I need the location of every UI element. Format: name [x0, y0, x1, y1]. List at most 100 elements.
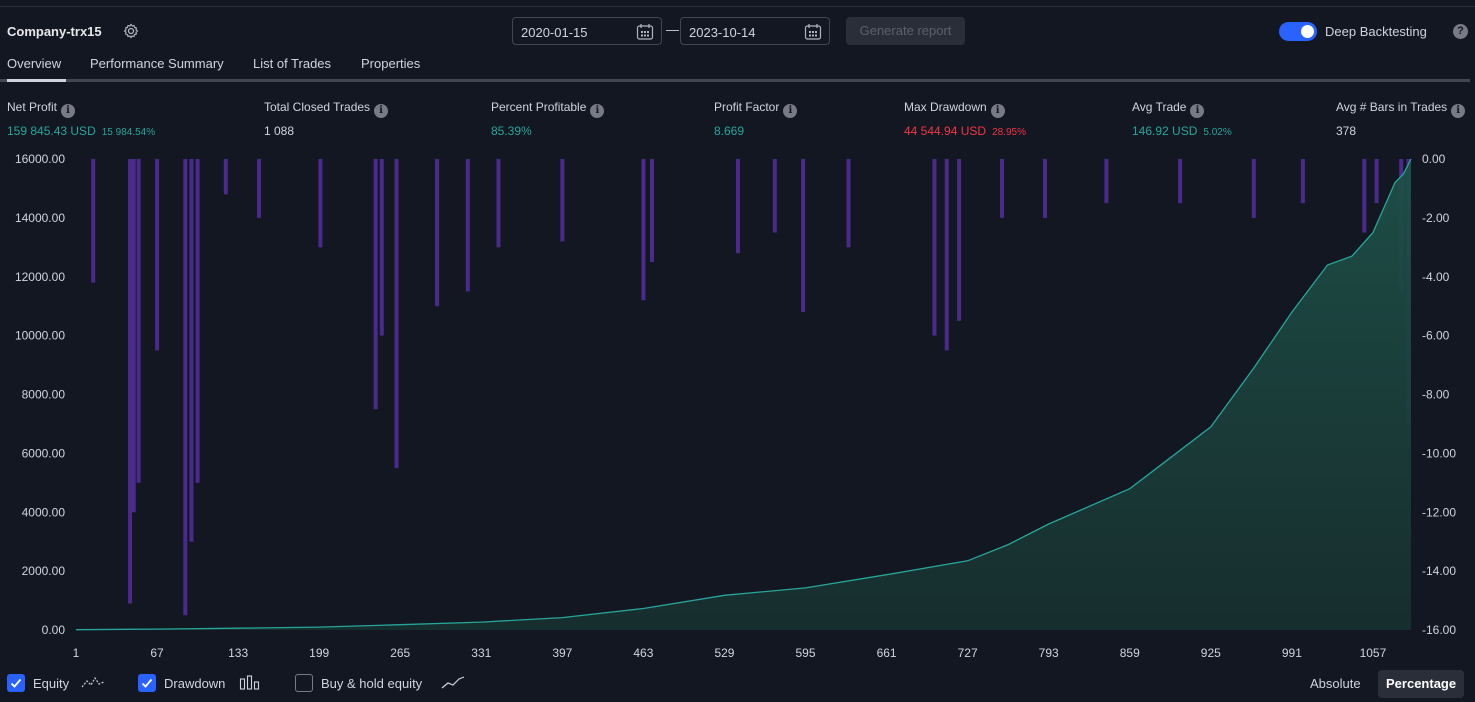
metric-value: 378 — [1336, 124, 1357, 138]
metric-subvalue: 15 984.54% — [101, 127, 156, 138]
date-from-input[interactable]: 2020-01-15 — [512, 17, 662, 45]
drawdown-bar — [496, 159, 501, 248]
drawdown-bar — [1043, 159, 1048, 218]
drawdown-bar — [256, 159, 261, 218]
drawdown-legend-label: Drawdown — [164, 676, 226, 691]
report-header: Company-trx15 2020-01-15 — 2023-10-14 Ge… — [0, 14, 1475, 48]
tab-underline-track — [0, 79, 1470, 82]
drawdown-bar — [183, 159, 188, 616]
left-axis-tick-label: 2000.00 — [22, 564, 66, 578]
x-axis-tick-label: 397 — [552, 646, 572, 660]
metric-net-profit: Net Profit i 159 845.43 USD 15 984.54% — [7, 100, 155, 138]
x-axis-tick-label: 793 — [1039, 646, 1059, 660]
metric-percent-profitable: Percent Profitable i 85.39% — [491, 100, 605, 138]
tab-list-of-trades[interactable]: List of Trades — [253, 56, 331, 71]
drawdown-bar — [735, 159, 740, 254]
x-axis-tick-label: 67 — [150, 646, 164, 660]
chart-legend: Equity Drawdown Buy & hold equity Absolu… — [0, 670, 1475, 698]
absolute-mode-button[interactable]: Absolute — [1302, 670, 1369, 698]
tab-performance-summary[interactable]: Performance Summary — [90, 56, 224, 71]
help-icon[interactable]: ? — [1453, 24, 1468, 39]
metric-value: 1 088 — [264, 124, 295, 138]
drawdown-bar — [772, 159, 777, 233]
drawdown-bar — [223, 159, 228, 195]
left-axis-tick-label: 14000.00 — [15, 211, 65, 225]
drawdown-bar — [394, 159, 399, 469]
metric-label: Profit Factor — [714, 100, 780, 114]
date-from-value: 2020-01-15 — [521, 25, 588, 40]
tab-overview[interactable]: Overview — [7, 56, 61, 71]
equity-drawdown-chart[interactable]: 16000.0014000.0012000.0010000.008000.006… — [0, 145, 1475, 665]
x-axis-tick-label: 727 — [958, 646, 978, 660]
info-icon[interactable]: i — [990, 104, 1005, 118]
equity-area — [76, 159, 1411, 630]
drawdown-bar — [1362, 159, 1367, 233]
drawdown-bar — [128, 159, 133, 604]
equity-line-icon — [81, 675, 105, 694]
left-axis-tick-label: 16000.00 — [15, 152, 65, 166]
drawdown-bar — [1300, 159, 1305, 204]
x-axis-tick-label: 199 — [309, 646, 329, 660]
gear-icon[interactable] — [123, 23, 139, 39]
buy-hold-checkbox[interactable] — [295, 674, 313, 692]
x-axis: 1 67 133 199 265 331 397 463 529 595 661 727 793 859 9… — [73, 646, 1387, 660]
x-axis-tick-label: 331 — [471, 646, 491, 660]
metric-profit-factor: Profit Factor i 8.669 — [714, 100, 798, 138]
left-axis-tick-label: 0.00 — [42, 623, 66, 637]
drawdown-bar — [560, 159, 565, 242]
right-axis-tick-label: -12.00 — [1422, 505, 1456, 519]
left-axis-tick-label: 6000.00 — [22, 446, 66, 460]
x-axis-tick-label: 1 — [73, 646, 80, 660]
metric-avg-bars: Avg # Bars in Trades i 378 — [1336, 100, 1466, 138]
drawdown-bar — [465, 159, 470, 292]
drawdown-bar — [155, 159, 160, 351]
drawdown-bar — [641, 159, 646, 301]
drawdown-bar — [189, 159, 194, 542]
deep-backtesting-label: Deep Backtesting — [1325, 24, 1427, 39]
right-axis-tick-label: -6.00 — [1422, 329, 1450, 343]
tab-properties[interactable]: Properties — [361, 56, 420, 71]
right-axis-tick-label: 0.00 — [1422, 152, 1446, 166]
right-axis-tick-label: -10.00 — [1422, 446, 1456, 460]
drawdown-bar — [944, 159, 949, 351]
trend-line-icon — [441, 675, 465, 694]
info-icon[interactable]: i — [590, 104, 605, 118]
info-icon[interactable]: i — [1451, 104, 1466, 118]
left-axis: 16000.00 14000.00 12000.00 10000.00 8000.00 6… — [15, 152, 65, 637]
metric-label: Avg Trade — [1132, 100, 1187, 114]
x-axis-tick-label: 595 — [796, 646, 816, 660]
drawdown-bar — [1374, 159, 1379, 204]
metric-label: Avg # Bars in Trades — [1336, 100, 1448, 114]
date-to-input[interactable]: 2023-10-14 — [680, 17, 830, 45]
info-icon[interactable]: i — [374, 104, 389, 118]
generate-report-button[interactable]: Generate report — [846, 17, 965, 45]
calendar-icon[interactable] — [804, 23, 822, 41]
tab-active-indicator — [7, 79, 66, 82]
drawdown-bar — [932, 159, 937, 336]
info-icon[interactable]: i — [783, 104, 798, 118]
drawdown-bar — [650, 159, 655, 263]
right-axis-tick-label: -2.00 — [1422, 211, 1450, 225]
x-axis-tick-label: 859 — [1120, 646, 1140, 660]
equity-series — [75, 158, 1412, 631]
metric-value: 146.92 USD — [1132, 124, 1198, 138]
calendar-icon[interactable] — [636, 23, 654, 41]
deep-backtesting-toggle[interactable] — [1279, 22, 1317, 41]
drawdown-bar — [801, 159, 806, 313]
metric-label: Net Profit — [7, 100, 58, 114]
drawdown-checkbox[interactable] — [138, 674, 156, 692]
info-icon[interactable]: i — [61, 104, 76, 118]
drawdown-bar — [379, 159, 384, 336]
drawdown-bar — [1251, 159, 1256, 218]
equity-checkbox[interactable] — [7, 674, 25, 692]
drawdown-bar — [318, 159, 323, 248]
info-icon[interactable]: i — [1190, 104, 1205, 118]
drawdown-bar — [846, 159, 851, 248]
drawdown-bar — [373, 159, 378, 410]
metrics-row: Net Profit i 159 845.43 USD 15 984.54% Tot… — [0, 100, 1475, 140]
metric-avg-trade: Avg Trade i 146.92 USD 5.02% — [1132, 100, 1232, 138]
metric-label: Percent Profitable — [491, 100, 587, 114]
drawdown-bar — [1000, 159, 1005, 218]
drawdown-bar — [1178, 159, 1183, 204]
percentage-mode-button[interactable]: Percentage — [1378, 670, 1465, 698]
